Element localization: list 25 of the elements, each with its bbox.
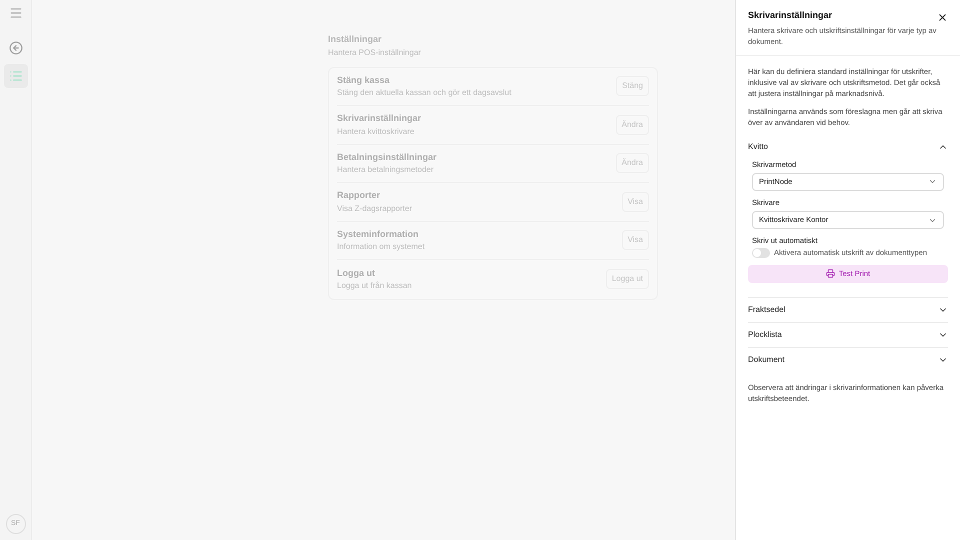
toggle-switch[interactable] <box>752 248 770 258</box>
list-button[interactable] <box>4 64 28 88</box>
close-icon[interactable] <box>937 12 948 23</box>
setting-description: Stäng den aktuella kassan och gör ett dagsavslut <box>337 87 512 99</box>
setting-title: Rapporter <box>337 189 382 202</box>
setting-title: Stäng kassa <box>337 74 391 87</box>
list-icon <box>8 69 22 83</box>
setting-title: Betalningsinställningar <box>337 150 438 164</box>
menu-icon[interactable] <box>8 6 22 20</box>
setting-description: Visa Z-dagsrapporter <box>337 202 413 214</box>
setting-title: Systeminformation <box>337 228 420 241</box>
section-header[interactable]: Fraktsedel <box>748 298 948 322</box>
setting-description: Hantera kvittoskrivare <box>337 126 416 138</box>
section-header[interactable]: Plocklista <box>748 322 948 346</box>
setting-description: Logga ut från kassan <box>337 280 413 292</box>
drawer-title: Skrivarinställningar <box>748 9 834 22</box>
page-title: Inställningar <box>328 33 383 46</box>
setting-description: Information om systemet <box>337 241 426 253</box>
page-subtitle: Hantera POS-inställningar <box>328 46 422 58</box>
section-header[interactable]: Kvitto <box>748 134 948 158</box>
printer-icon <box>826 269 835 278</box>
setting-description: Hantera betalningsmetoder <box>337 164 435 176</box>
setting-title: Logga ut <box>337 266 376 280</box>
setting-title: Skrivarinställningar <box>337 112 422 125</box>
section-header[interactable]: Dokument <box>748 348 948 372</box>
